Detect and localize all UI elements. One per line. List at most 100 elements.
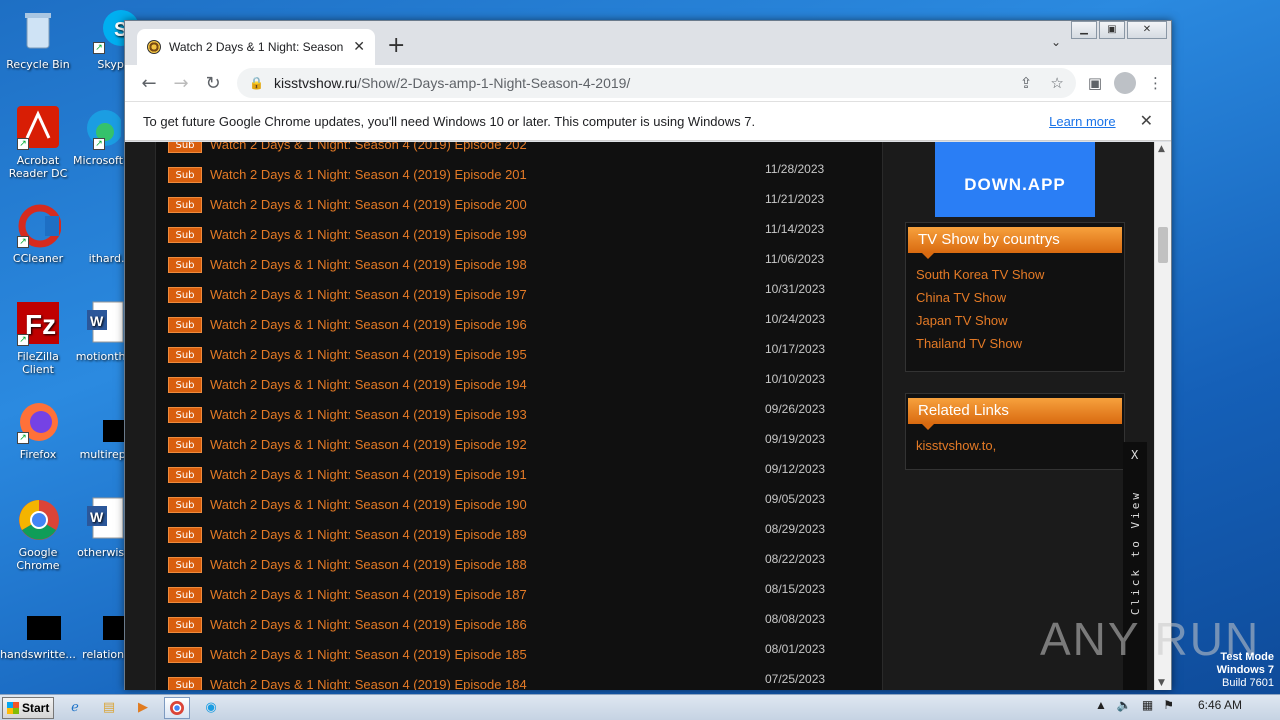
tab-strip: Watch 2 Days & 1 Night: Season 4 (20 ✕ +… <box>125 21 1171 65</box>
desktop-icon-label: Acrobat Reader DC <box>8 154 68 180</box>
episode-link[interactable]: Watch 2 Days & 1 Night: Season 4 (2019) … <box>210 257 527 272</box>
tray-expand-icon[interactable]: ▲ <box>1095 698 1107 712</box>
episode-link[interactable]: Watch 2 Days & 1 Night: Season 4 (2019) … <box>210 142 527 152</box>
page-viewport: Sub Watch 2 Days & 1 Night: Season 4 (201… <box>125 142 1155 690</box>
scroll-thumb[interactable] <box>1158 227 1168 263</box>
forward-button[interactable]: → <box>165 73 197 94</box>
system-tray: ▲ 🔈 ▦ ⚑ 6:46 AM <box>1095 698 1272 712</box>
episode-date: 08/29/2023 <box>765 522 826 536</box>
episode-date: 08/15/2023 <box>765 582 826 596</box>
related-link-kisstvshow[interactable]: kisstvshow.to, <box>916 438 1124 461</box>
media-player-taskbar-icon[interactable]: ▶ <box>130 697 156 719</box>
back-button[interactable]: ← <box>133 73 165 94</box>
internet-explorer-taskbar-icon[interactable]: ℯ <box>62 697 88 719</box>
sub-badge: Sub <box>168 557 202 573</box>
episode-row: Sub Watch 2 Days & 1 Night: Season 4 (201… <box>168 522 868 554</box>
profile-avatar-icon[interactable] <box>1114 72 1136 94</box>
network-icon[interactable]: ▦ <box>1142 698 1153 712</box>
desktop-icon-ccleaner[interactable]: ↗ CCleaner <box>0 202 76 265</box>
overlay-close-icon[interactable]: X <box>1131 448 1138 462</box>
episode-link[interactable]: Watch 2 Days & 1 Night: Season 4 (2019) … <box>210 347 527 362</box>
side-panel-icon[interactable]: ▣ <box>1088 74 1102 92</box>
word-document-icon: W <box>81 496 127 542</box>
sub-badge: Sub <box>168 377 202 393</box>
episode-link[interactable]: Watch 2 Days & 1 Night: Season 4 (2019) … <box>210 227 527 242</box>
black-file-icon <box>83 398 139 444</box>
url-text: kisstvshow.ru/Show/2-Days-amp-1-Night-Se… <box>274 75 630 91</box>
tab-search-chevron-icon[interactable]: ⌄ <box>1051 35 1061 49</box>
episode-link[interactable]: Watch 2 Days & 1 Night: Season 4 (2019) … <box>210 647 527 662</box>
page-scrollbar[interactable]: ▲ ▼ <box>1154 142 1171 690</box>
down-app-ad-banner[interactable]: DOWN.APP <box>935 142 1095 217</box>
scroll-down-arrow-icon[interactable]: ▼ <box>1158 678 1165 688</box>
episode-row: Sub Watch 2 Days & 1 Night: Season 4 (201… <box>168 402 868 434</box>
sub-badge: Sub <box>168 587 202 603</box>
episode-date: 10/24/2023 <box>765 312 826 326</box>
infobar-close-icon[interactable]: ✕ <box>1140 111 1153 131</box>
new-tab-button[interactable]: + <box>387 33 405 58</box>
episode-row: Sub Watch 2 Days & 1 Night: Season 4 (201… <box>168 672 868 690</box>
episode-link[interactable]: Watch 2 Days & 1 Night: Season 4 (2019) … <box>210 287 527 302</box>
url-path: /Show/2-Days-amp-1-Night-Season-4-2019/ <box>357 75 631 91</box>
volume-icon[interactable]: 🔈 <box>1117 698 1132 712</box>
site-favicon-icon <box>147 40 161 54</box>
desktop-icon-google-chrome[interactable]: Google Chrome <box>0 496 76 572</box>
minimize-button[interactable]: ▁ <box>1071 21 1097 39</box>
reload-button[interactable]: ↻ <box>197 73 229 94</box>
episode-link[interactable]: Watch 2 Days & 1 Night: Season 4 (2019) … <box>210 437 527 452</box>
episode-link[interactable]: Watch 2 Days & 1 Night: Season 4 (2019) … <box>210 587 527 602</box>
desktop-icon-recycle-bin[interactable]: Recycle Bin <box>0 8 76 71</box>
episode-date: 11/28/2023 <box>765 162 825 176</box>
episode-link[interactable]: Watch 2 Days & 1 Night: Season 4 (2019) … <box>210 167 527 182</box>
address-bar[interactable]: 🔒 kisstvshow.ru/Show/2-Days-amp-1-Night-… <box>237 68 1076 98</box>
episode-link[interactable]: Watch 2 Days & 1 Night: Season 4 (2019) … <box>210 197 527 212</box>
window-controls: ▁ ▣ ✕ <box>1069 21 1167 39</box>
country-link-south-korea[interactable]: South Korea TV Show <box>916 267 1124 290</box>
action-center-flag-icon[interactable]: ⚑ <box>1163 698 1174 712</box>
episode-link[interactable]: Watch 2 Days & 1 Night: Season 4 (2019) … <box>210 497 527 512</box>
episode-row: Sub Watch 2 Days & 1 Night: Season 4 (201… <box>168 612 868 644</box>
country-link-thailand[interactable]: Thailand TV Show <box>916 336 1124 359</box>
episode-date: 09/19/2023 <box>765 432 826 446</box>
firefox-icon: ↗ <box>15 398 61 444</box>
menu-kebab-icon[interactable]: ⋮ <box>1148 74 1163 92</box>
clock[interactable]: 6:46 AM <box>1198 698 1242 712</box>
start-button[interactable]: Start <box>2 696 54 719</box>
scroll-up-arrow-icon[interactable]: ▲ <box>1158 144 1165 154</box>
tab-close-icon[interactable]: ✕ <box>353 39 365 55</box>
episode-row: Sub Watch 2 Days & 1 Night: Season 4 (201… <box>168 642 868 674</box>
chrome-taskbar-icon[interactable] <box>164 696 190 719</box>
desktop-icon-label: otherwise <box>77 546 131 559</box>
learn-more-link[interactable]: Learn more <box>1049 114 1115 129</box>
bookmark-star-icon[interactable]: ☆ <box>1050 74 1063 92</box>
svg-text:Fz: Fz <box>25 309 56 340</box>
episode-link[interactable]: Watch 2 Days & 1 Night: Season 4 (2019) … <box>210 527 527 542</box>
share-icon[interactable]: ⇪ <box>1020 74 1033 92</box>
shortcut-arrow-icon: ↗ <box>17 334 29 346</box>
maximize-button[interactable]: ▣ <box>1099 21 1125 39</box>
episode-link[interactable]: Watch 2 Days & 1 Night: Season 4 (2019) … <box>210 407 527 422</box>
watermark-line-3: Build 7601 <box>1222 677 1274 689</box>
episode-link[interactable]: Watch 2 Days & 1 Night: Season 4 (2019) … <box>210 467 527 482</box>
tab-active[interactable]: Watch 2 Days & 1 Night: Season 4 (20 ✕ <box>137 29 375 65</box>
country-link-japan[interactable]: Japan TV Show <box>916 313 1124 336</box>
country-link-china[interactable]: China TV Show <box>916 290 1124 313</box>
episode-link[interactable]: Watch 2 Days & 1 Night: Season 4 (2019) … <box>210 377 527 392</box>
episode-row: Sub Watch 2 Days & 1 Night: Season 4 (201… <box>168 342 868 374</box>
close-window-button[interactable]: ✕ <box>1127 21 1167 39</box>
desktop-icon-firefox[interactable]: ↗ Firefox <box>0 398 76 461</box>
desktop-icon-filezilla[interactable]: Fz ↗ FileZilla Client <box>0 300 76 376</box>
episode-row: Sub Watch 2 Days & 1 Night: Season 4 (201… <box>168 192 868 224</box>
edge-taskbar-icon[interactable]: ◉ <box>198 697 224 719</box>
explorer-folder-taskbar-icon[interactable]: ▤ <box>96 697 122 719</box>
tab-title: Watch 2 Days & 1 Night: Season 4 (20 <box>169 40 345 54</box>
desktop-icon-handswritte[interactable]: handswritte... <box>0 598 76 661</box>
episode-link[interactable]: Watch 2 Days & 1 Night: Season 4 (2019) … <box>210 677 527 690</box>
sub-badge: Sub <box>168 437 202 453</box>
episode-link[interactable]: Watch 2 Days & 1 Night: Season 4 (2019) … <box>210 317 527 332</box>
episode-link[interactable]: Watch 2 Days & 1 Night: Season 4 (2019) … <box>210 557 527 572</box>
episode-row: Sub Watch 2 Days & 1 Night: Season 4 (201… <box>168 162 868 194</box>
lock-icon[interactable]: 🔒 <box>249 76 264 90</box>
episode-link[interactable]: Watch 2 Days & 1 Night: Season 4 (2019) … <box>210 617 527 632</box>
episode-date: 09/12/2023 <box>765 462 826 476</box>
